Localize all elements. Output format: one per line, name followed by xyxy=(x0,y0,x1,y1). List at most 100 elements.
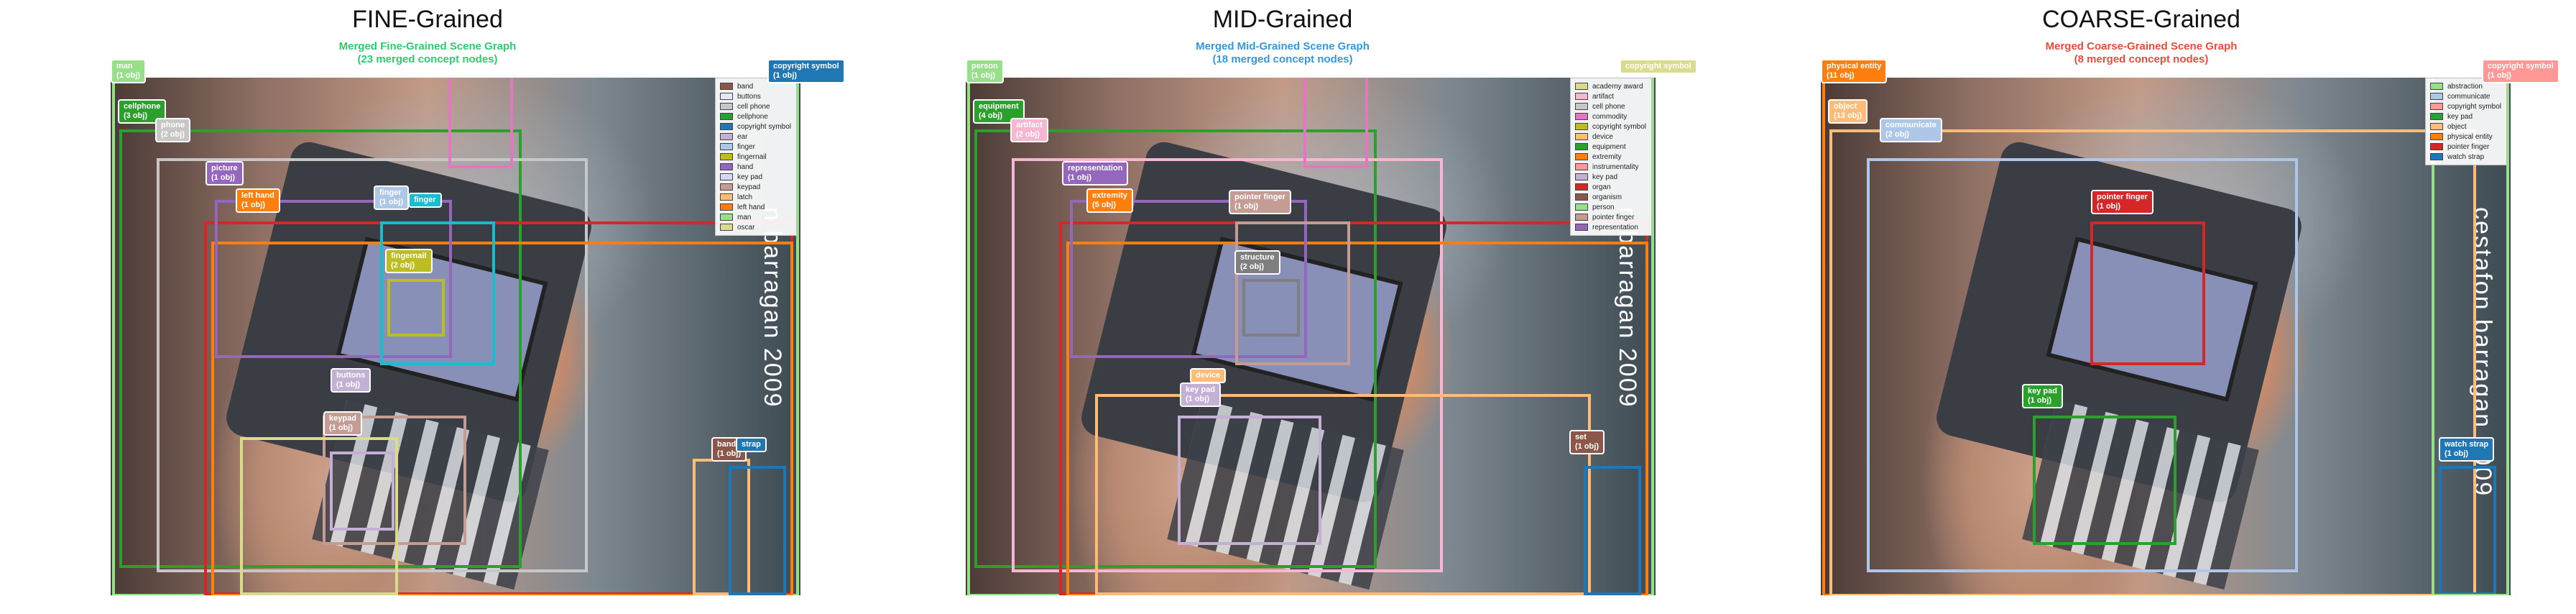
legend-entry: oscar xyxy=(720,222,792,232)
legend-label: copyright symbol xyxy=(737,122,792,131)
legend-label: pointer finger xyxy=(2447,142,2490,151)
legend-label: copyright symbol xyxy=(2447,102,2502,111)
legend-swatch xyxy=(2430,83,2443,90)
legend-swatch xyxy=(720,183,733,191)
scene-image: n barragan 2009 xyxy=(966,78,1656,595)
legend-entry: commodity xyxy=(1575,111,1647,122)
legend-entry: copyright symbol xyxy=(2430,101,2502,111)
legend-entry: device xyxy=(1575,132,1647,142)
legend-swatch xyxy=(720,153,733,160)
legend-label: academy award xyxy=(1592,82,1643,91)
concept-label-tag: pointer finger (1 obj) xyxy=(2091,190,2153,214)
concept-label-tag: key pad (1 obj) xyxy=(1180,382,1221,407)
legend-label: instrumentality xyxy=(1592,162,1639,171)
concept-label-tag: copyright symbol (1 obj) xyxy=(2482,59,2559,83)
bbox-commodity xyxy=(1303,78,1368,168)
legend-label: copyright symbol xyxy=(1592,122,1647,131)
concept-label-tag: finger (1 obj) xyxy=(374,185,409,210)
legend-entry: artifact xyxy=(1575,91,1647,101)
legend-label: representation xyxy=(1592,223,1638,232)
legend-swatch xyxy=(720,163,733,170)
legend-entry: object xyxy=(2430,122,2502,132)
legend-label: object xyxy=(2447,122,2467,131)
concept-label-tag: communicate (2 obj) xyxy=(1880,118,1942,142)
concept-label-tag: representation (1 obj) xyxy=(1062,161,1129,185)
legend-swatch xyxy=(1575,113,1588,120)
legend-swatch xyxy=(720,203,733,211)
legend-swatch xyxy=(2430,113,2443,120)
legend-swatch xyxy=(1575,214,1588,221)
concept-label-tag: artifact (2 obj) xyxy=(1010,118,1048,142)
legend-label: fingernail xyxy=(737,152,767,161)
concept-label-tag: set (1 obj) xyxy=(1569,430,1605,454)
legend-entry: ear xyxy=(720,132,792,142)
legend-label: buttons xyxy=(737,92,761,101)
legend-entry: watch strap xyxy=(2430,152,2502,162)
legend-label: watch strap xyxy=(2447,152,2485,161)
concept-label-tag: person (1 obj) xyxy=(966,59,1004,83)
legend-entry: instrumentality xyxy=(1575,162,1647,172)
legend-label: device xyxy=(1592,132,1613,141)
legend-swatch xyxy=(720,193,733,201)
legend-entry: man xyxy=(720,212,792,222)
legend-label: finger xyxy=(737,142,756,151)
legend-swatch xyxy=(720,83,733,90)
legend-swatch xyxy=(720,123,733,130)
concept-label-tag: phone (2 obj) xyxy=(155,118,190,142)
bbox-fingernail xyxy=(387,279,445,336)
legend-swatch xyxy=(720,113,733,120)
legend-label: commodity xyxy=(1592,112,1628,121)
legend-label: organ xyxy=(1592,183,1611,191)
legend-swatch xyxy=(720,143,733,150)
legend-label: cell phone xyxy=(737,102,770,111)
legend-entry: cell phone xyxy=(1575,101,1647,111)
concept-label-tag: left hand (1 obj) xyxy=(236,188,280,213)
legend-swatch xyxy=(1575,193,1588,201)
legend-entry: latch xyxy=(720,192,792,202)
legend-swatch xyxy=(1575,173,1588,180)
legend-entry: left hand xyxy=(720,202,792,212)
legend-label: extremity xyxy=(1592,152,1622,161)
legend-entry: communicate xyxy=(2430,91,2502,101)
panel-coarse: COARSE-Grained Merged Coarse-Grained Sce… xyxy=(1725,0,2559,614)
concept-label-tag: object (13 obj) xyxy=(1828,99,1868,124)
legend-entry: finger xyxy=(720,142,792,152)
concept-label-tag: structure (2 obj) xyxy=(1234,250,1280,275)
legend-label: abstraction xyxy=(2447,82,2483,91)
legend-label: keypad xyxy=(737,183,761,191)
bbox-oscar xyxy=(448,78,513,168)
legend-swatch xyxy=(720,103,733,110)
legend-label: oscar xyxy=(737,223,755,232)
legend-entry: equipment xyxy=(1575,142,1647,152)
legend-entry: cellphone xyxy=(720,111,792,122)
legend-swatch xyxy=(1575,224,1588,231)
legend-swatch xyxy=(2430,103,2443,110)
panel-title: MID-Grained xyxy=(1212,6,1353,33)
legend: band buttons cell phone cellphone copyright … xyxy=(715,78,797,236)
legend-swatch xyxy=(1575,143,1588,150)
legend-label: equipment xyxy=(1592,142,1626,151)
concept-label-tag: finger xyxy=(408,193,442,208)
bbox-device xyxy=(1095,394,1591,595)
concept-label-tag: picture (1 obj) xyxy=(206,161,244,185)
legend-entry: cell phone xyxy=(720,101,792,111)
legend-swatch xyxy=(2430,123,2443,130)
legend-label: key pad xyxy=(2447,112,2473,121)
concept-label-tag: copyright symbol xyxy=(1620,59,1697,74)
legend-label: pointer finger xyxy=(1592,213,1635,221)
legend-entry: fingernail xyxy=(720,152,792,162)
legend-label: left hand xyxy=(737,203,765,211)
legend-entry: organ xyxy=(1575,182,1647,192)
legend-entry: keypad xyxy=(720,182,792,192)
legend-entry: organism xyxy=(1575,192,1647,202)
concept-label-tag: watch strap (1 obj) xyxy=(2439,437,2495,462)
concept-label-tag: keypad (1 obj) xyxy=(323,411,362,436)
legend-swatch xyxy=(2430,93,2443,100)
concept-label-tag: extremity (5 obj) xyxy=(1086,188,1133,213)
legend-entry: academy award xyxy=(1575,81,1647,91)
legend-swatch xyxy=(1575,153,1588,160)
legend-entry: hand xyxy=(720,162,792,172)
legend-label: band xyxy=(737,82,754,91)
legend-entry: physical entity xyxy=(2430,132,2502,142)
bbox-structure xyxy=(1242,279,1300,336)
